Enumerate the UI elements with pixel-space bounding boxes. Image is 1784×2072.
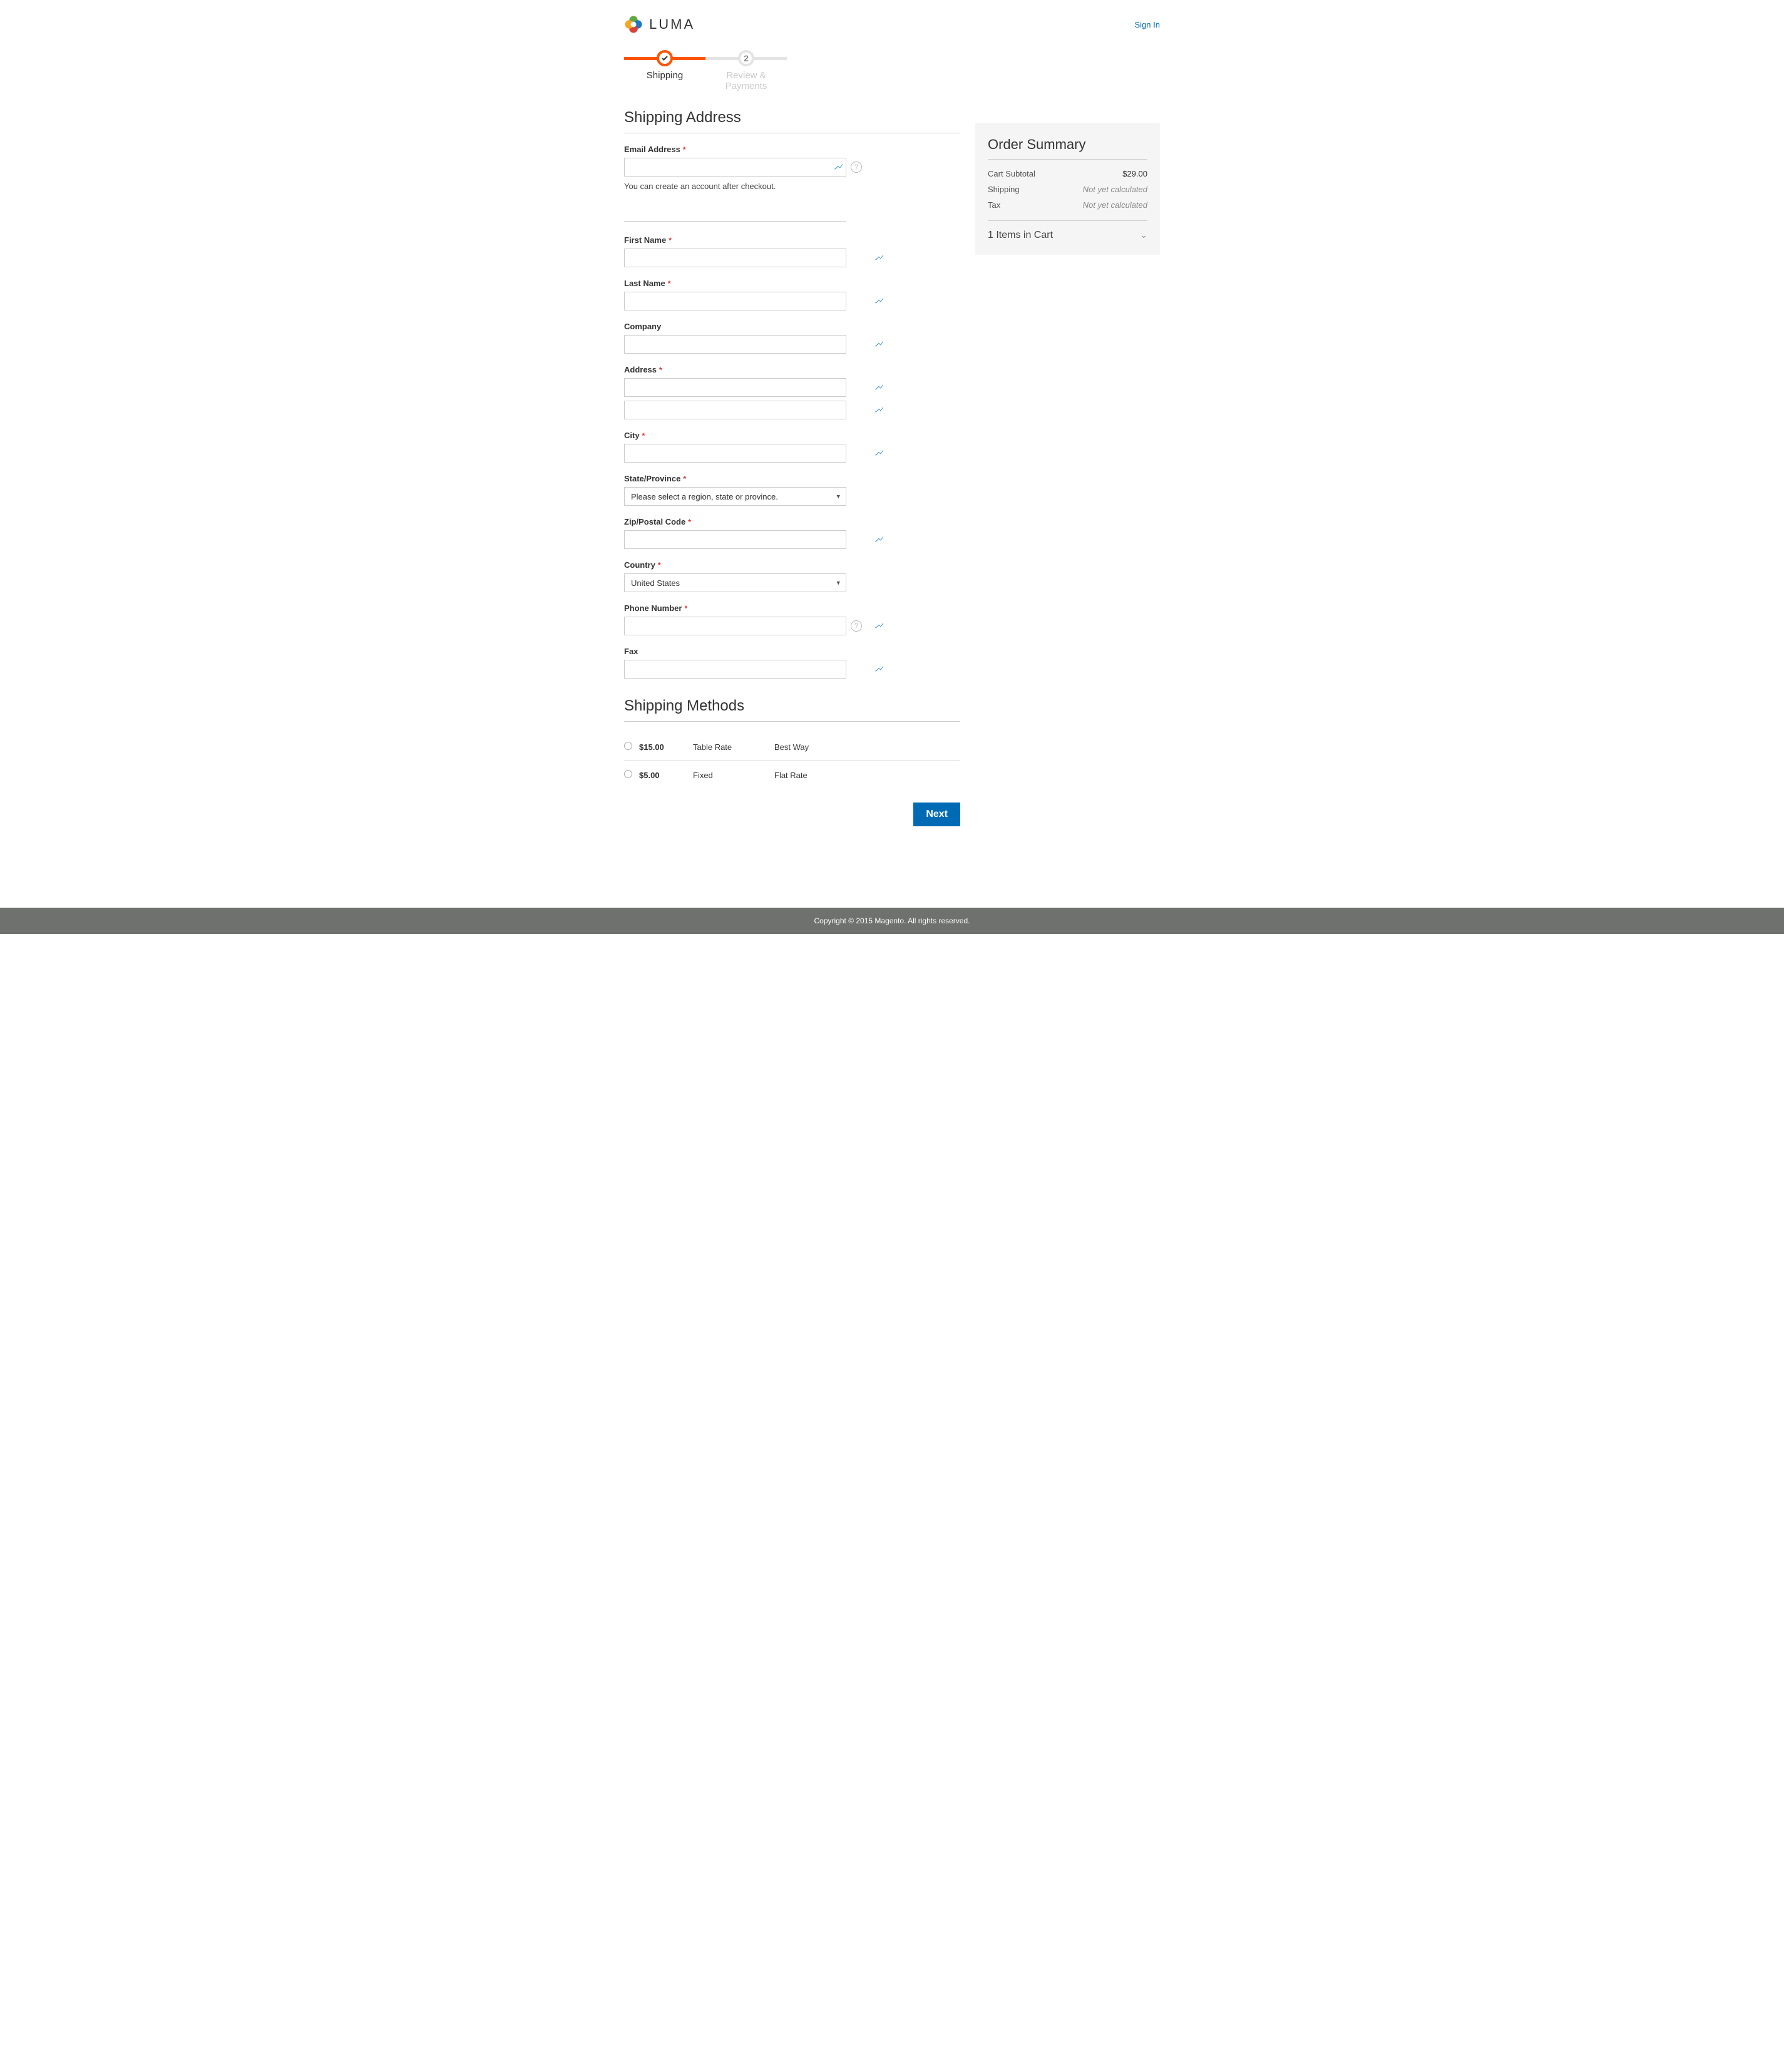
state-select[interactable]: Please select a region, state or provinc… bbox=[624, 487, 846, 506]
tax-label: Tax bbox=[988, 200, 1000, 210]
footer-copyright: Copyright © 2015 Magento. All rights res… bbox=[0, 908, 1784, 934]
autofill-icon bbox=[874, 448, 883, 458]
items-in-cart-toggle[interactable]: 1 Items in Cart ⌄ bbox=[988, 220, 1147, 241]
country-label: Country bbox=[624, 560, 887, 570]
order-summary-title: Order Summary bbox=[988, 136, 1147, 160]
shipping-method-radio[interactable] bbox=[624, 742, 632, 750]
order-summary-panel: Order Summary Cart Subtotal $29.00 Shipp… bbox=[975, 123, 1160, 255]
email-input[interactable] bbox=[624, 158, 846, 177]
brand-logo[interactable]: LUMA bbox=[624, 15, 695, 34]
autofill-icon bbox=[874, 621, 883, 631]
shipping-method-name: Fixed bbox=[693, 771, 774, 780]
autofill-icon bbox=[874, 253, 883, 263]
first-name-label: First Name bbox=[624, 235, 887, 245]
checkmark-icon bbox=[661, 54, 669, 62]
chevron-down-icon: ⌄ bbox=[1140, 230, 1147, 241]
shipping-summary-value: Not yet calculated bbox=[1083, 185, 1147, 194]
luma-logo-icon bbox=[624, 15, 643, 34]
progress-label-review: Review & Payments bbox=[705, 70, 787, 91]
phone-label: Phone Number bbox=[624, 603, 887, 613]
fax-input[interactable] bbox=[624, 660, 846, 679]
city-input[interactable] bbox=[624, 444, 846, 463]
city-label: City bbox=[624, 431, 887, 440]
shipping-method-carrier: Best Way bbox=[774, 742, 960, 752]
subtotal-label: Cart Subtotal bbox=[988, 169, 1035, 178]
shipping-method-name: Table Rate bbox=[693, 742, 774, 752]
next-button[interactable]: Next bbox=[913, 803, 960, 826]
autofill-icon bbox=[874, 405, 883, 415]
autofill-icon bbox=[874, 535, 883, 545]
subtotal-value: $29.00 bbox=[1122, 169, 1147, 178]
autofill-icon bbox=[874, 664, 883, 674]
autofill-icon bbox=[874, 382, 883, 392]
sign-in-link[interactable]: Sign In bbox=[1135, 20, 1160, 29]
items-count-label: 1 Items in Cart bbox=[988, 230, 1053, 241]
country-select[interactable]: United States bbox=[624, 573, 846, 592]
progress-step-shipping: Shipping bbox=[624, 50, 705, 91]
address-line2-input[interactable] bbox=[624, 401, 846, 419]
tooltip-icon[interactable]: ? bbox=[851, 620, 862, 632]
progress-step-review: 2 Review & Payments bbox=[705, 50, 787, 91]
shipping-method-carrier: Flat Rate bbox=[774, 771, 960, 780]
email-label: Email Address bbox=[624, 145, 846, 154]
address-label: Address bbox=[624, 365, 887, 374]
last-name-input[interactable] bbox=[624, 292, 846, 310]
autofill-icon bbox=[874, 296, 883, 306]
shipping-methods-title: Shipping Methods bbox=[624, 697, 960, 722]
last-name-label: Last Name bbox=[624, 279, 887, 288]
progress-label-shipping: Shipping bbox=[624, 70, 705, 81]
company-input[interactable] bbox=[624, 335, 846, 354]
shipping-method-row[interactable]: $15.00 Table Rate Best Way bbox=[624, 733, 960, 761]
autofill-icon bbox=[874, 339, 883, 349]
shipping-method-radio[interactable] bbox=[624, 770, 632, 778]
brand-name: LUMA bbox=[649, 16, 695, 33]
state-label: State/Province bbox=[624, 474, 887, 483]
company-label: Company bbox=[624, 322, 887, 331]
address-line1-input[interactable] bbox=[624, 378, 846, 397]
fax-label: Fax bbox=[624, 647, 887, 656]
zip-input[interactable] bbox=[624, 530, 846, 549]
shipping-summary-label: Shipping bbox=[988, 185, 1020, 194]
email-note: You can create an account after checkout… bbox=[624, 182, 846, 191]
first-name-input[interactable] bbox=[624, 249, 846, 267]
phone-input[interactable] bbox=[624, 617, 846, 635]
shipping-method-price: $15.00 bbox=[637, 742, 693, 752]
tax-value: Not yet calculated bbox=[1083, 200, 1147, 210]
tooltip-icon[interactable]: ? bbox=[851, 162, 862, 173]
shipping-address-title: Shipping Address bbox=[624, 109, 960, 133]
shipping-method-row[interactable]: $5.00 Fixed Flat Rate bbox=[624, 761, 960, 789]
progress-step-number: 2 bbox=[738, 50, 754, 66]
checkout-progress: Shipping 2 Review & Payments bbox=[624, 50, 1160, 91]
zip-label: Zip/Postal Code bbox=[624, 517, 887, 526]
shipping-method-price: $5.00 bbox=[637, 771, 693, 780]
